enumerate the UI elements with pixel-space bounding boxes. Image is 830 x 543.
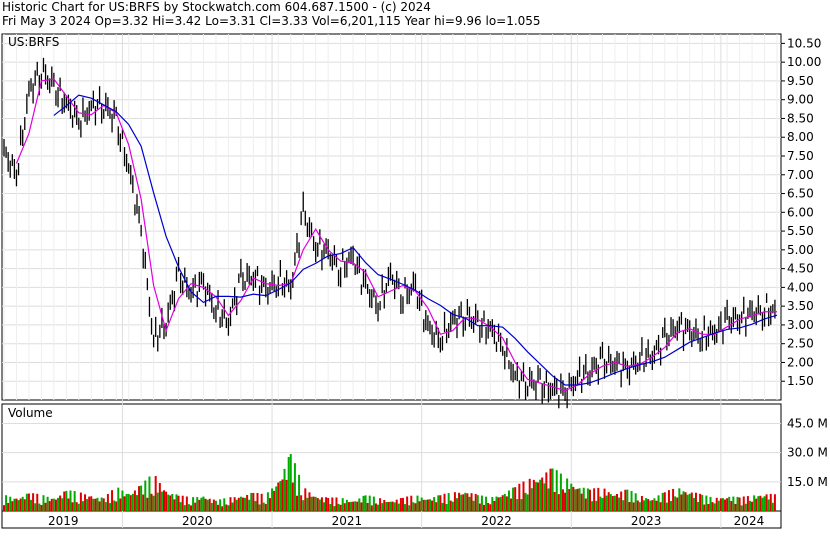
price-volume-chart: 10.50 10.00 9.50 9.00 8.50 8.00 7.50 7.00 6.50 6.… xyxy=(1,33,828,529)
volume-label: Volume xyxy=(8,406,53,420)
x-tick-label: 2020 xyxy=(182,514,213,528)
price-tick-label: 8.50 xyxy=(787,111,814,125)
price-tick-label: 2.50 xyxy=(787,337,814,351)
price-tick-label: 10.00 xyxy=(787,55,821,69)
price-tick-label: 10.50 xyxy=(787,36,821,50)
price-tick-label: 5.50 xyxy=(787,224,814,238)
price-tick-label: 4.00 xyxy=(787,280,814,294)
price-panel-frame xyxy=(1,33,782,401)
price-tick-label: 9.00 xyxy=(787,93,814,107)
price-tick-label: 5.00 xyxy=(787,243,814,257)
price-tick-label: 9.50 xyxy=(787,74,814,88)
price-tick-label: 6.50 xyxy=(787,187,814,201)
x-tick-label: 2023 xyxy=(631,514,662,528)
price-tick-label: 6.00 xyxy=(787,205,814,219)
price-tick-label: 1.50 xyxy=(787,374,814,388)
volume-tick-label: 30.0 M xyxy=(787,446,828,460)
volume-tick-label: 15.0 M xyxy=(787,475,828,489)
price-tick-label: 7.50 xyxy=(787,149,814,163)
price-tick-label: 3.00 xyxy=(787,318,814,332)
price-tick-label: 8.00 xyxy=(787,130,814,144)
price-tick-label: 7.00 xyxy=(787,168,814,182)
symbol-label: US:BRFS xyxy=(8,35,59,49)
x-tick-label: 2019 xyxy=(48,514,79,528)
price-tick-label: 4.50 xyxy=(787,262,814,276)
x-tick-label: 2021 xyxy=(332,514,363,528)
price-tick-label: 3.50 xyxy=(787,299,814,313)
price-tick-label: 2.00 xyxy=(787,355,814,369)
volume-tick-label: 45.0 M xyxy=(787,416,828,430)
x-tick-label: 2024 xyxy=(734,514,765,528)
x-tick-label: 2022 xyxy=(481,514,512,528)
xaxis-frame xyxy=(1,510,782,529)
